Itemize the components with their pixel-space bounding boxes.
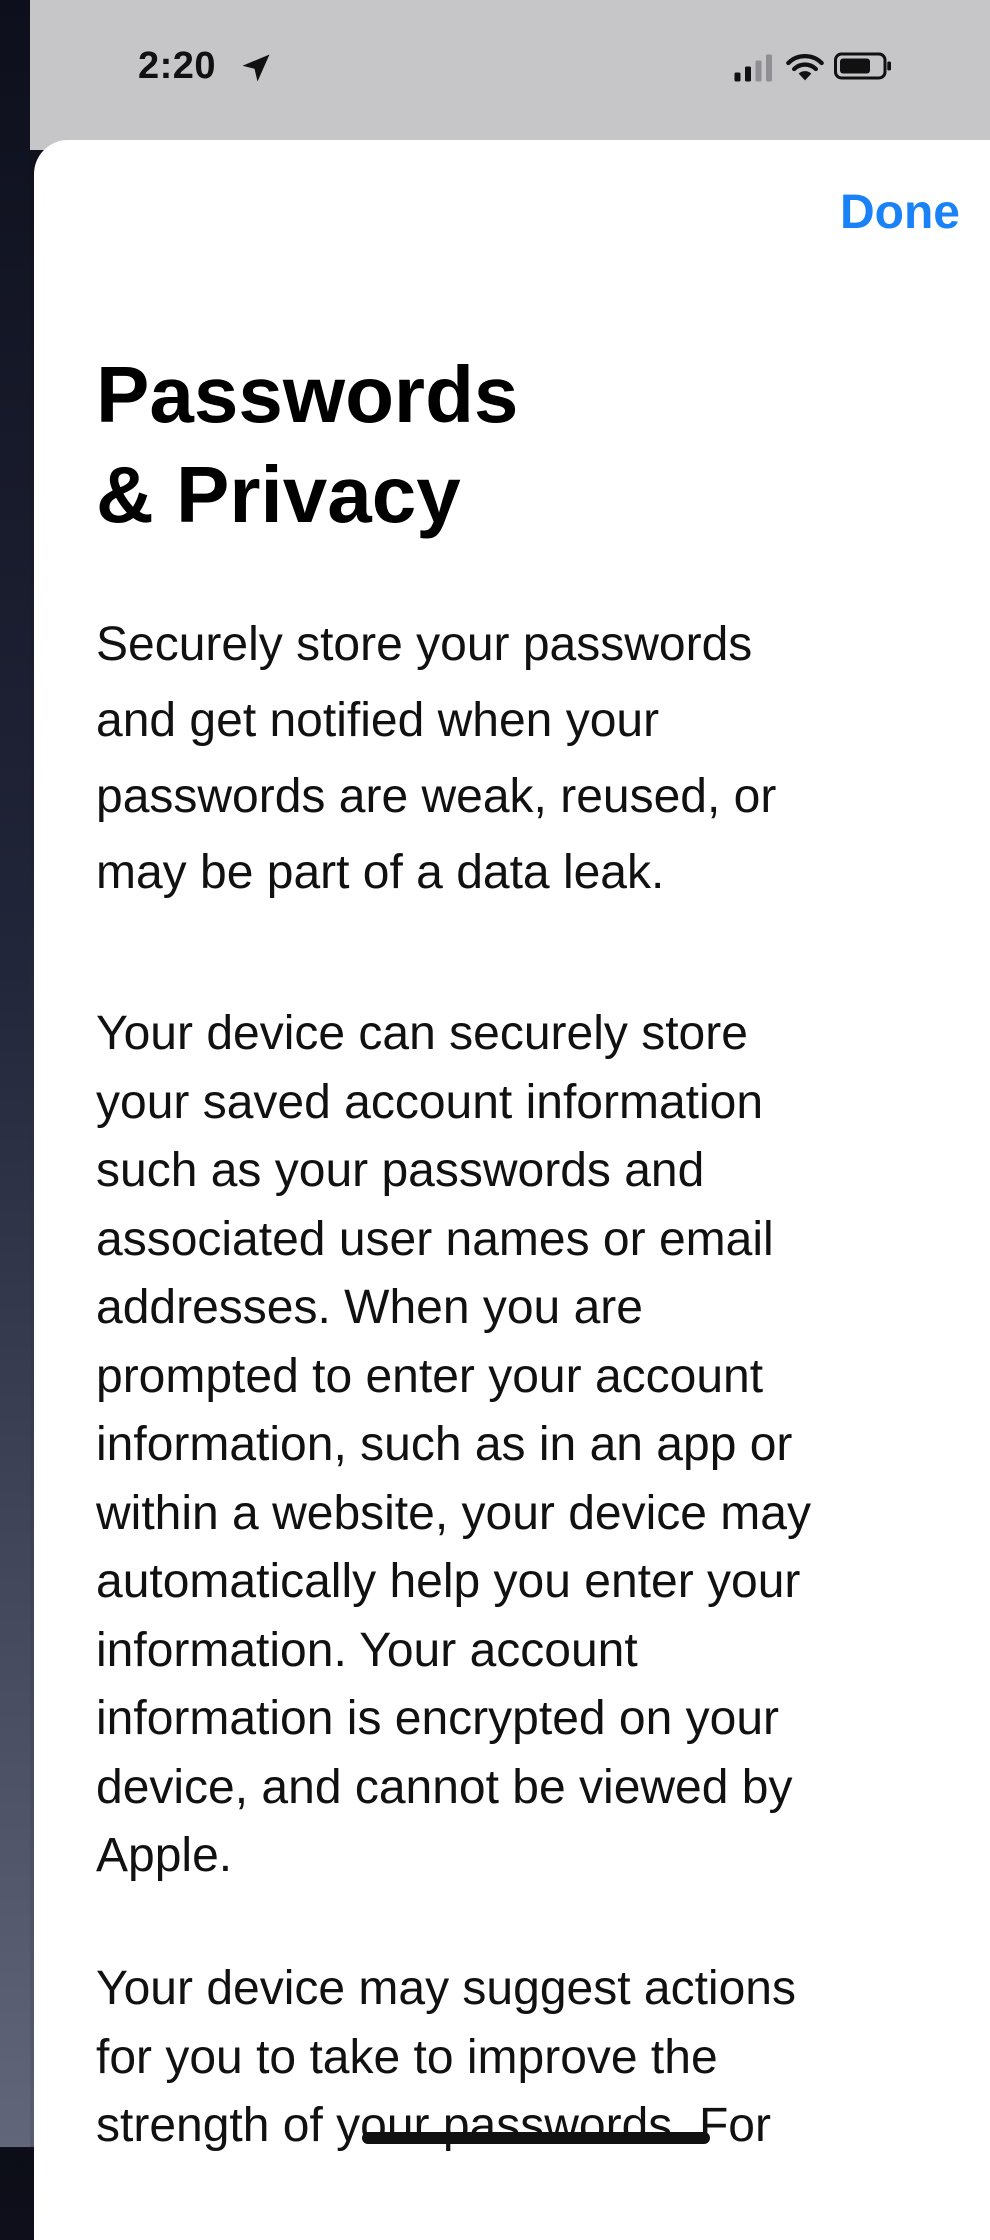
text-line: and get notified when your — [96, 694, 660, 747]
suggestions-paragraph: Your device may suggest actions for you … — [96, 1955, 976, 2161]
status-time: 2:20 — [138, 45, 217, 87]
text-line: Your device may suggest actions — [96, 1962, 796, 2015]
wifi-icon — [786, 53, 824, 81]
text-line: device, and cannot be viewed by — [96, 1760, 793, 1814]
text-line: information, such as in an app or — [96, 1418, 793, 1471]
text-line: Your device can securely store — [96, 1007, 748, 1060]
text-line: strength of your passwords. For — [96, 2099, 771, 2152]
text-line: associated user names or email — [96, 1212, 774, 1266]
text-line: your saved account information — [96, 1075, 764, 1129]
storage-paragraph: Your device can securely store your save… — [96, 1000, 976, 1891]
text-line: such as your passwords and — [96, 1144, 705, 1197]
page-title: Passwords & Privacy — [96, 345, 916, 545]
text-line: information. Your account — [96, 1623, 638, 1677]
title-line: Passwords — [96, 350, 519, 439]
text-line: automatically help you enter your — [96, 1555, 801, 1608]
cellular-signal-icon — [734, 54, 772, 82]
text-line: may be part of a data leak. — [96, 846, 665, 899]
home-indicator[interactable] — [362, 2132, 710, 2144]
text-line: for you to take to improve the — [96, 2030, 718, 2084]
text-line: Apple. — [96, 1829, 233, 1882]
done-button[interactable]: Done — [840, 185, 960, 240]
text-line: within a website, your device may — [96, 1486, 811, 1540]
text-line: addresses. When you are — [96, 1281, 643, 1334]
intro-paragraph: Securely store your passwords and get no… — [96, 607, 976, 911]
title-line: & Privacy — [96, 450, 461, 539]
text-line: information is encrypted on your — [96, 1692, 780, 1745]
text-line: prompted to enter your account — [96, 1349, 764, 1403]
text-line: Securely store your passwords — [96, 618, 753, 671]
background-edge — [0, 0, 30, 2147]
text-line: passwords are weak, reused, or — [96, 770, 777, 823]
battery-icon — [834, 52, 891, 80]
location-arrow-icon — [242, 54, 270, 82]
